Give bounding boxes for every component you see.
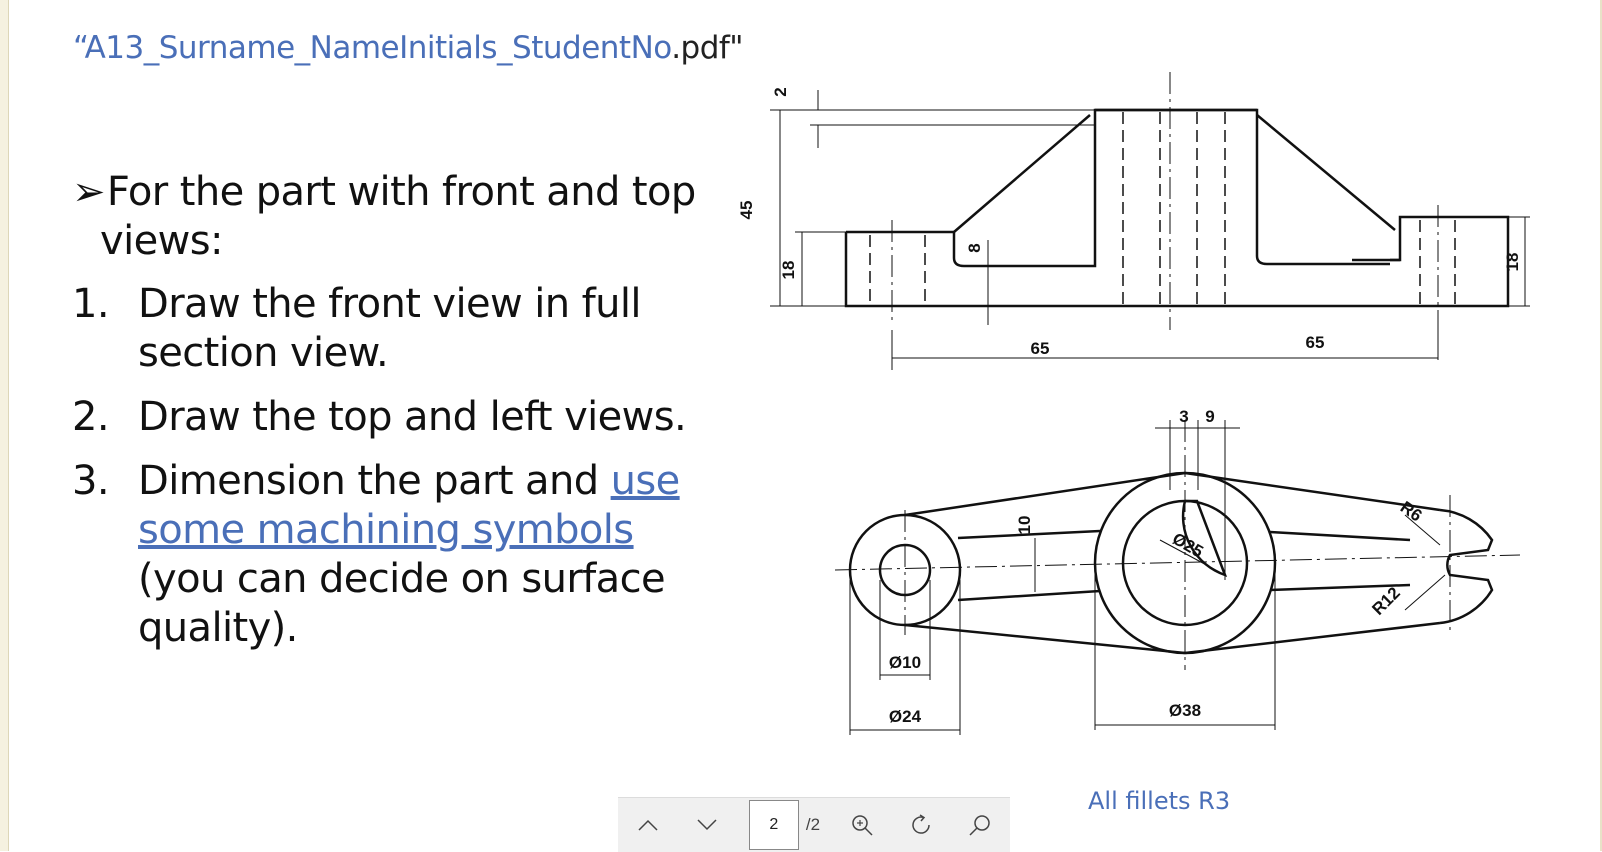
dim-label: Ø25 xyxy=(1169,529,1206,562)
pdf-viewer-toolbar: 2 /2 xyxy=(618,797,1010,852)
file-name-main: “A13_Surname_NameInitials_StudentNo xyxy=(73,30,672,66)
task-intro-line1: For the part with front and top xyxy=(106,169,696,215)
top-view-dim-labels: 3 9 10 Ø25 R6 R12 Ø10 Ø24 Ø38 xyxy=(889,407,1426,726)
chevron-down-icon xyxy=(697,819,717,831)
rotate-button[interactable] xyxy=(904,808,938,842)
zoom-in-button[interactable] xyxy=(845,808,879,842)
dim-label: 9 xyxy=(1205,407,1214,426)
step-text-after: (you can decide on surface quality). xyxy=(138,556,666,651)
dim-label: 8 xyxy=(965,243,984,252)
next-page-button[interactable] xyxy=(690,808,724,842)
dim-label: 65 xyxy=(1031,339,1050,358)
dim-label: Ø10 xyxy=(889,653,921,672)
task-steps: 1. Draw the front view in full section v… xyxy=(72,280,712,668)
fillets-note: All fillets R3 xyxy=(1088,787,1231,815)
file-name-instruction: “A13_Surname_NameInitials_StudentNo.pdf" xyxy=(73,30,744,66)
task-step: 2. Draw the top and left views. xyxy=(72,393,712,442)
page-margin-left xyxy=(0,0,9,851)
dim-label: R6 xyxy=(1397,497,1426,525)
dim-label: Ø24 xyxy=(889,707,922,726)
search-icon xyxy=(969,815,991,836)
page-total-label: /2 xyxy=(805,815,821,834)
step-text-before: Dimension the part and xyxy=(138,458,611,504)
task-intro: ➢For the part with front and top views: xyxy=(72,168,712,266)
dim-label: 45 xyxy=(740,201,756,220)
task-step: 1. Draw the front view in full section v… xyxy=(72,280,712,378)
step-number: 3. xyxy=(72,458,110,504)
top-view-dimensions xyxy=(834,420,1521,735)
task-step: 3. Dimension the part and use some machi… xyxy=(72,457,712,653)
previous-page-button[interactable] xyxy=(631,808,665,842)
technical-drawing: 2 45 18 8 65 65 18 3 9 10 Ø25 R6 R12 Ø10… xyxy=(740,72,1530,735)
rotate-icon xyxy=(912,814,931,834)
page-number-input[interactable]: 2 xyxy=(748,800,799,850)
search-button[interactable] xyxy=(963,808,997,842)
file-name-ext: .pdf" xyxy=(671,30,744,66)
task-intro-line2: views: xyxy=(100,218,223,264)
dim-label: 10 xyxy=(1015,516,1034,535)
dim-label: 18 xyxy=(779,261,798,280)
front-view-dim-labels: 2 45 18 8 65 65 18 xyxy=(740,87,1522,358)
dim-label: Ø38 xyxy=(1169,701,1201,720)
zoom-in-icon xyxy=(852,815,873,836)
chevron-up-icon xyxy=(638,819,658,831)
step-number: 1. xyxy=(72,281,110,327)
dim-label: R12 xyxy=(1368,583,1403,618)
dim-label: 3 xyxy=(1179,407,1188,426)
arrow-bullet-icon: ➢ xyxy=(72,169,106,215)
step-number: 2. xyxy=(72,394,110,440)
step-text: Draw the top and left views. xyxy=(138,394,687,440)
front-view-dimensions xyxy=(770,72,1530,370)
step-text: Dimension the part and use some machinin… xyxy=(138,457,712,653)
step-text: Draw the front view in full section view… xyxy=(138,281,641,376)
dim-label: 2 xyxy=(771,87,790,96)
dim-label: 65 xyxy=(1306,333,1325,352)
dim-label: 18 xyxy=(1503,253,1522,272)
front-view xyxy=(844,108,1510,308)
